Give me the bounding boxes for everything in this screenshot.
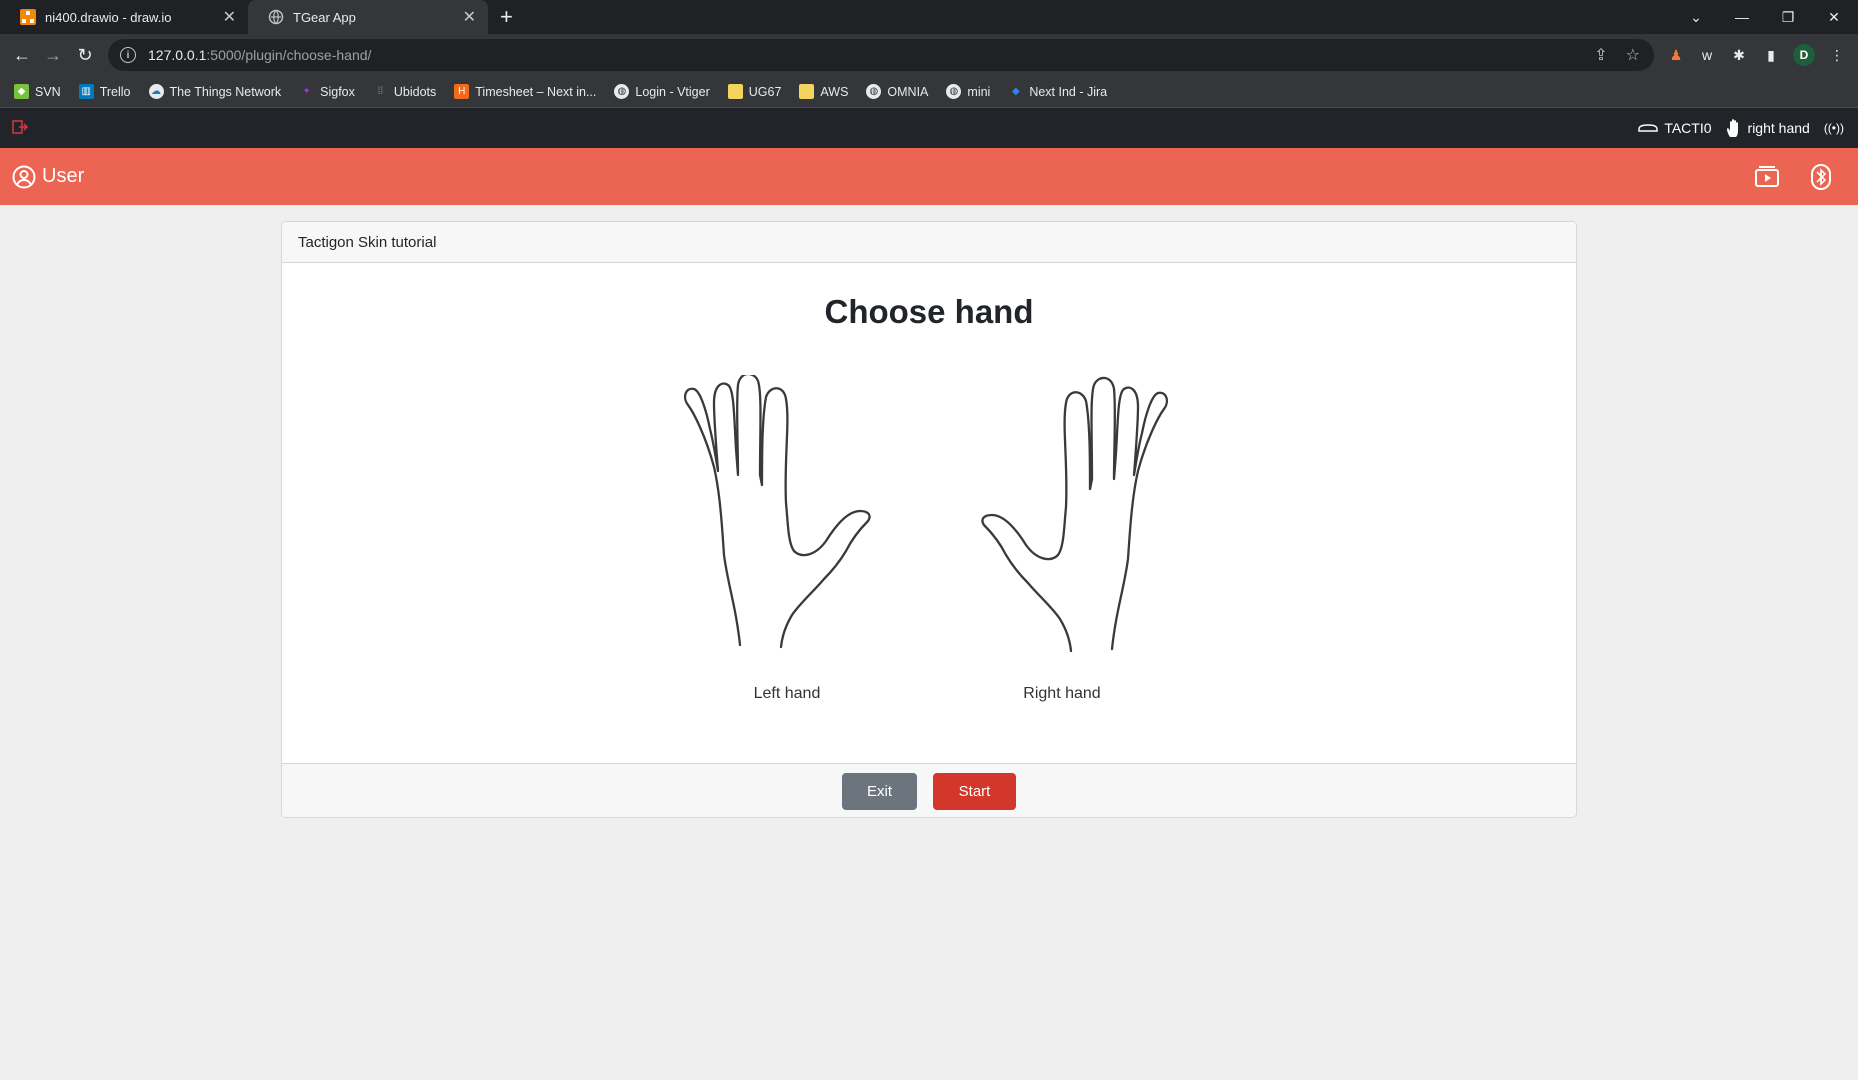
- forward-icon[interactable]: →: [40, 42, 66, 68]
- globe-icon: ◍: [946, 84, 962, 99]
- left-hand-label: Left hand: [753, 685, 821, 702]
- address-bar[interactable]: i 127.0.0.1:5000/plugin/choose-hand/ ⇪ ☆: [108, 39, 1654, 71]
- globe-icon: [268, 9, 284, 25]
- bookmark-label: Login - Vtiger: [635, 84, 710, 99]
- bookmark-label: The Things Network: [169, 84, 282, 99]
- tutorial-card: Tactigon Skin tutorial Choose hand Left …: [281, 221, 1577, 818]
- bookmark-label: Trello: [99, 84, 131, 99]
- globe-icon: ◍: [866, 84, 882, 99]
- user-label: User: [42, 165, 85, 187]
- sigfox-icon: ✦: [302, 86, 311, 97]
- restore-icon[interactable]: ❐: [1765, 0, 1811, 34]
- page-title: Choose hand: [824, 293, 1034, 330]
- url-host: 127.0.0.1: [148, 47, 207, 63]
- bookmark-svn[interactable]: ◆ SVN: [14, 84, 61, 99]
- url-text: 127.0.0.1:5000/plugin/choose-hand/: [148, 47, 371, 63]
- tab-title: TGear App: [293, 9, 356, 25]
- bookmark-label: Next Ind - Jira: [1029, 84, 1108, 99]
- browser-toolbar: ← → ↻ i 127.0.0.1:5000/plugin/choose-han…: [0, 34, 1858, 76]
- timesheet-icon: H: [454, 84, 470, 99]
- card-body: Choose hand Left hand Right hand: [282, 263, 1576, 764]
- bookmark-label: Timesheet – Next in...: [475, 84, 597, 99]
- jira-icon: ◆: [1011, 86, 1020, 97]
- tab-title: ni400.drawio - draw.io: [45, 9, 172, 25]
- bookmark-sigfox[interactable]: ✦ Sigfox: [299, 84, 355, 99]
- user-icon: [12, 165, 36, 188]
- drawio-icon: [20, 9, 36, 25]
- menu-icon[interactable]: ⋮: [1826, 44, 1848, 66]
- sidepanel-icon[interactable]: ▮: [1760, 44, 1782, 66]
- ttn-icon: ☁: [148, 84, 164, 99]
- puzzle-icon[interactable]: ✱: [1728, 44, 1750, 66]
- bookmark-ug67[interactable]: UG67: [727, 84, 782, 99]
- app-header: User: [0, 148, 1858, 205]
- bookmark-vtiger[interactable]: ◍ Login - Vtiger: [614, 84, 710, 99]
- browser-tab-bar: ni400.drawio - draw.io ✕ TGear App ✕ + ⌄…: [0, 0, 1858, 34]
- browser-tab-tgear[interactable]: TGear App ✕: [248, 0, 488, 34]
- svn-icon: ◆: [14, 84, 29, 99]
- bookmark-aws[interactable]: AWS: [799, 84, 848, 99]
- close-icon[interactable]: ✕: [463, 7, 476, 27]
- bookmark-label: SVN: [35, 84, 61, 99]
- bookmark-timesheet[interactable]: H Timesheet – Next in...: [454, 84, 596, 99]
- folder-icon: [727, 84, 743, 99]
- bluetooth-icon[interactable]: [1808, 164, 1834, 190]
- bookmark-label: AWS: [820, 84, 849, 99]
- star-icon[interactable]: ☆: [1626, 45, 1640, 65]
- close-window-icon[interactable]: ✕: [1811, 0, 1857, 34]
- minimize-icon[interactable]: —: [1719, 0, 1765, 34]
- bookmark-label: Ubidots: [393, 84, 437, 99]
- omnibox-actions: ⇪ ☆: [1594, 45, 1640, 65]
- right-hand-label: Right hand: [1023, 685, 1101, 702]
- bookmark-ttn[interactable]: ☁ The Things Network: [148, 84, 282, 99]
- bookmarks-bar: ◆ SVN ▥ Trello ☁ The Things Network ✦ Sigfox…: [0, 76, 1858, 108]
- bookmark-omnia[interactable]: ◍ OMNIA: [866, 84, 928, 99]
- profile-avatar[interactable]: D: [1793, 44, 1815, 66]
- trello-icon: ▥: [78, 84, 94, 99]
- extension-w-icon[interactable]: w: [1696, 44, 1718, 66]
- info-icon[interactable]: i: [120, 47, 136, 63]
- ubidots-icon: ⁞⁞: [377, 86, 384, 97]
- extension-icon[interactable]: ♟: [1665, 44, 1687, 66]
- left-hand-option[interactable]: [684, 375, 894, 660]
- logout-icon[interactable]: [12, 120, 28, 134]
- hand-icon: [1726, 119, 1738, 137]
- new-tab-button[interactable]: +: [500, 4, 513, 30]
- bookmark-trello[interactable]: ▥ Trello: [78, 84, 131, 99]
- share-icon[interactable]: ⇪: [1594, 45, 1607, 65]
- exit-button[interactable]: Exit: [842, 773, 917, 810]
- bookmark-ubidots[interactable]: ⁞⁞ Ubidots: [373, 84, 437, 99]
- close-icon[interactable]: ✕: [223, 7, 236, 27]
- hand-name: right hand: [1747, 120, 1810, 136]
- tab-search-icon[interactable]: ⌄: [1673, 0, 1719, 34]
- card-header: Tactigon Skin tutorial: [282, 222, 1576, 263]
- reload-icon[interactable]: ↻: [72, 42, 98, 68]
- start-button[interactable]: Start: [933, 773, 1016, 810]
- skin-device-icon: [1638, 124, 1659, 132]
- url-path: :5000/plugin/choose-hand/: [206, 47, 372, 63]
- user-menu[interactable]: User: [12, 148, 84, 205]
- right-hand-option[interactable]: [958, 375, 1168, 660]
- bookmark-label: UG67: [748, 84, 782, 99]
- app-status-bar: TACTI0 right hand ((•)): [0, 108, 1858, 148]
- card-footer: Exit Start: [282, 763, 1576, 817]
- tutorial-video-icon[interactable]: [1754, 164, 1780, 190]
- device-status: TACTI0 right hand ((•)): [1638, 108, 1844, 148]
- device-name: TACTI0: [1664, 120, 1712, 136]
- bookmark-label: OMNIA: [887, 84, 929, 99]
- bookmark-label: Sigfox: [320, 84, 355, 99]
- bookmark-label: mini: [967, 84, 991, 99]
- device-indicator: TACTI0: [1638, 120, 1712, 136]
- globe-icon: ◍: [614, 84, 630, 99]
- back-icon[interactable]: ←: [9, 42, 35, 68]
- folder-icon: [799, 84, 815, 99]
- bookmark-jira[interactable]: ◆ Next Ind - Jira: [1008, 84, 1107, 99]
- browser-tab-drawio[interactable]: ni400.drawio - draw.io ✕: [0, 0, 248, 34]
- hand-indicator: right hand: [1726, 118, 1810, 138]
- broadcast-icon: ((•)): [1823, 121, 1844, 135]
- bookmark-mini[interactable]: ◍ mini: [946, 84, 990, 99]
